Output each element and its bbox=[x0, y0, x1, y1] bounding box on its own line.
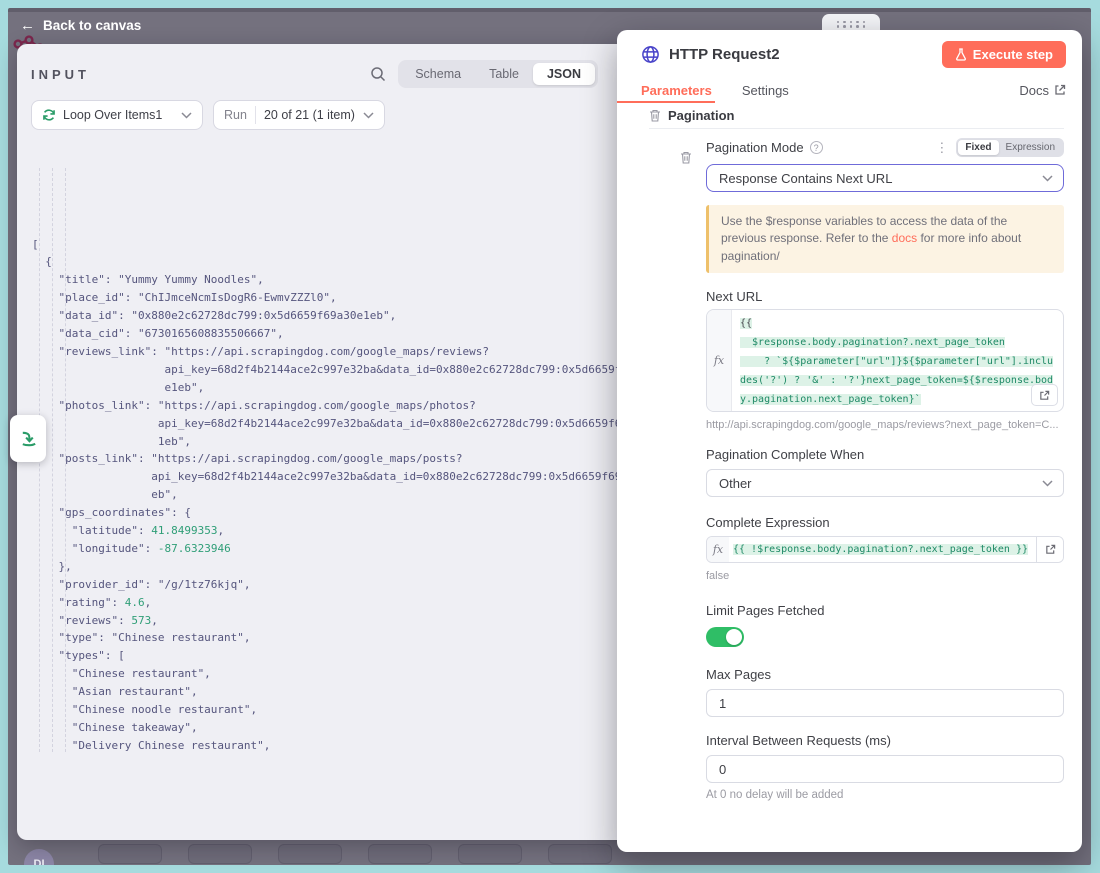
limit-pages-fetched-label: Limit Pages Fetched bbox=[706, 603, 1064, 618]
trash-icon[interactable] bbox=[649, 109, 661, 122]
globe-icon bbox=[641, 45, 660, 64]
node-title: HTTP Request2 bbox=[669, 46, 942, 63]
active-tab-underline bbox=[617, 101, 715, 104]
input-source-value: Loop Over Items1 bbox=[63, 108, 174, 122]
run-select[interactable]: Run 20 of 21 (1 item) bbox=[213, 100, 385, 130]
fx-gutter: fx bbox=[707, 537, 729, 562]
parameters-scroll-area[interactable]: Pagination Pagination Mode ? ⋮ Fixed Exp… bbox=[617, 103, 1082, 852]
background-node-pill bbox=[368, 844, 432, 864]
search-icon[interactable] bbox=[370, 66, 386, 82]
back-to-canvas-label: Back to canvas bbox=[43, 18, 141, 33]
fixed-expression-toggle: Fixed Expression bbox=[956, 138, 1064, 157]
divider bbox=[255, 106, 256, 124]
toggle-fixed[interactable]: Fixed bbox=[958, 140, 998, 155]
input-toolbar: Loop Over Items1 Run 20 of 21 (1 item) bbox=[17, 88, 632, 130]
tab-parameters[interactable]: Parameters bbox=[641, 83, 712, 98]
tab-json[interactable]: JSON bbox=[533, 63, 595, 85]
max-pages-label: Max Pages bbox=[706, 667, 1064, 682]
input-panel-header: INPUT Schema Table JSON bbox=[17, 44, 632, 88]
fx-gutter: fx bbox=[707, 310, 732, 411]
background-node-pill bbox=[278, 844, 342, 864]
toggle-expression[interactable]: Expression bbox=[999, 140, 1062, 155]
next-url-expression-code[interactable]: {{ $response.body.pagination?.next_page_… bbox=[732, 310, 1063, 411]
limit-pages-fetched-toggle[interactable] bbox=[706, 627, 744, 647]
next-url-label: Next URL bbox=[706, 289, 1064, 304]
pagination-section-header: Pagination bbox=[649, 108, 1064, 129]
toggle-knob bbox=[726, 629, 742, 645]
next-url-expression-editor[interactable]: fx {{ $response.body.pagination?.next_pa… bbox=[706, 309, 1064, 412]
loop-icon bbox=[42, 108, 56, 122]
tab-settings[interactable]: Settings bbox=[742, 83, 789, 98]
arrow-into-panel-icon bbox=[19, 429, 38, 448]
flask-icon bbox=[955, 48, 967, 61]
pagination-parameters: Pagination Mode ? ⋮ Fixed Expression Res… bbox=[706, 138, 1064, 801]
input-panel-collapse-tab[interactable] bbox=[10, 415, 46, 462]
interval-hint: At 0 no delay will be added bbox=[706, 789, 1064, 801]
user-avatar[interactable]: DI bbox=[24, 849, 54, 865]
pagination-mode-label: Pagination Mode bbox=[706, 140, 804, 155]
pagination-section-title: Pagination bbox=[668, 108, 734, 123]
pagination-complete-when-value: Other bbox=[719, 476, 752, 491]
expand-icon bbox=[1045, 544, 1056, 555]
node-panel-header: HTTP Request2 Execute step bbox=[617, 30, 1082, 73]
pagination-info-callout: Use the $response variables to access th… bbox=[706, 205, 1064, 273]
input-source-select[interactable]: Loop Over Items1 bbox=[31, 100, 203, 130]
run-select-value: 20 of 21 (1 item) bbox=[264, 108, 355, 122]
complete-expression-label: Complete Expression bbox=[706, 515, 1064, 530]
external-link-icon bbox=[1054, 84, 1066, 96]
tab-table[interactable]: Table bbox=[475, 63, 533, 85]
indent-guide bbox=[52, 168, 53, 752]
pagination-mode-value: Response Contains Next URL bbox=[719, 171, 892, 186]
expand-icon bbox=[1039, 390, 1050, 401]
interval-input[interactable] bbox=[706, 755, 1064, 783]
pagination-mode-select[interactable]: Response Contains Next URL bbox=[706, 164, 1064, 192]
chevron-down-icon bbox=[1042, 175, 1053, 182]
pagination-mode-label-row: Pagination Mode ? ⋮ Fixed Expression bbox=[706, 138, 1064, 157]
max-pages-input[interactable] bbox=[706, 689, 1064, 717]
complete-expression-value: {{ !$response.body.pagination?.next_page… bbox=[733, 544, 1028, 555]
background-node-pill bbox=[548, 844, 612, 864]
complete-expression-field[interactable]: fx {{ !$response.body.pagination?.next_p… bbox=[706, 536, 1064, 563]
chevron-down-icon bbox=[363, 112, 374, 119]
node-panel-tabs: Parameters Settings Docs bbox=[617, 73, 1082, 103]
chevron-down-icon bbox=[181, 112, 192, 119]
docs-label: Docs bbox=[1019, 83, 1049, 98]
kebab-menu-icon[interactable]: ⋮ bbox=[935, 140, 948, 156]
screenshot-frame: ← Back to canvas DI INPUT Schema Table J… bbox=[0, 0, 1100, 873]
indent-guide bbox=[65, 168, 66, 752]
docs-inline-link[interactable]: docs bbox=[892, 231, 917, 245]
input-panel: INPUT Schema Table JSON Loop Over Items1 bbox=[17, 44, 632, 840]
background-node-pill bbox=[98, 844, 162, 864]
next-url-result-preview: http://api.scrapingdog.com/google_maps/r… bbox=[706, 419, 1064, 431]
interval-label: Interval Between Requests (ms) bbox=[706, 733, 1064, 748]
execute-step-button[interactable]: Execute step bbox=[942, 41, 1066, 68]
json-output-view[interactable]: [ { "title": "Yummy Yummy Noodles", "pla… bbox=[17, 140, 632, 752]
trash-icon[interactable] bbox=[680, 151, 692, 164]
back-to-canvas-button[interactable]: ← Back to canvas bbox=[20, 18, 141, 33]
chevron-down-icon bbox=[1042, 480, 1053, 487]
execute-step-label: Execute step bbox=[973, 47, 1053, 62]
docs-link[interactable]: Docs bbox=[1019, 83, 1066, 98]
pagination-complete-when-select[interactable]: Other bbox=[706, 469, 1064, 497]
background-node-pill bbox=[458, 844, 522, 864]
back-arrow-icon: ← bbox=[20, 18, 35, 33]
tab-schema[interactable]: Schema bbox=[401, 63, 475, 85]
open-expression-editor-button[interactable] bbox=[1031, 384, 1058, 406]
help-icon[interactable]: ? bbox=[810, 141, 823, 154]
json-code-lines: [ { "title": "Yummy Yummy Noodles", "pla… bbox=[32, 236, 632, 752]
background-node-pill bbox=[188, 844, 252, 864]
complete-expression-result-preview: false bbox=[706, 570, 1064, 582]
open-expression-editor-button[interactable] bbox=[1036, 537, 1063, 562]
display-mode-tabs: Schema Table JSON bbox=[398, 60, 598, 88]
node-details-panel: HTTP Request2 Execute step Parameters Se… bbox=[617, 30, 1082, 852]
run-label: Run bbox=[224, 108, 247, 122]
pagination-complete-when-label: Pagination Complete When bbox=[706, 447, 1064, 462]
input-panel-title: INPUT bbox=[31, 67, 90, 82]
